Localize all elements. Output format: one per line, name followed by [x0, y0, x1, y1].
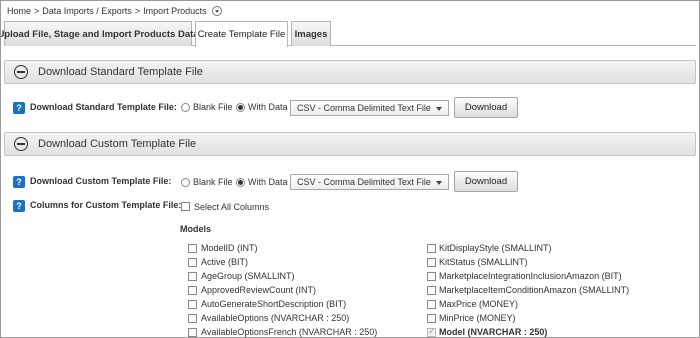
column-checkbox[interactable] [188, 286, 197, 295]
column-checkbox[interactable] [427, 272, 436, 281]
columns-label: Columns for Custom Template File: [30, 200, 182, 210]
column-checkbox[interactable] [427, 258, 436, 267]
column-label: AvailableOptions (NVARCHAR : 250) [201, 313, 350, 323]
column-label: ModelID (INT) [201, 243, 258, 253]
minus-circle-icon[interactable] [14, 137, 28, 151]
standard-blank-file-label: Blank File [193, 102, 233, 112]
column-checkbox[interactable] [188, 300, 197, 309]
required-column-label: Model (NVARCHAR : 250) [439, 327, 548, 337]
custom-template-section-header[interactable]: Download Custom Template File [4, 132, 696, 156]
question-icon[interactable]: ? [13, 200, 25, 212]
custom-template-label: Download Custom Template File: [30, 176, 172, 186]
column-checkbox[interactable] [188, 272, 197, 281]
column-checkbox[interactable] [427, 286, 436, 295]
standard-format-select[interactable]: CSV - Comma Delimited Text File [290, 100, 449, 116]
chevron-down-circle-icon[interactable] [211, 6, 222, 16]
column-label: AvailableOptionsFrench (NVARCHAR : 250) [201, 327, 378, 337]
breadcrumb-separator: > [134, 6, 141, 16]
column-checkbox[interactable] [427, 244, 436, 253]
column-label: ApprovedReviewCount (INT) [201, 285, 317, 295]
custom-template-section-title: Download Custom Template File [38, 138, 197, 150]
custom-with-data-radio[interactable] [236, 178, 245, 187]
question-icon[interactable]: ? [13, 102, 25, 114]
breadcrumb: Home > Data Imports / Exports > Import P… [7, 4, 222, 18]
column-checkbox[interactable] [188, 258, 197, 267]
column-checkbox[interactable] [427, 300, 436, 309]
caret-down-icon [436, 107, 442, 111]
breadcrumb-data-imports-exports[interactable]: Data Imports / Exports [42, 6, 132, 16]
models-heading: Models [180, 224, 212, 234]
column-label: MinPrice (MONEY) [439, 313, 516, 323]
custom-with-data-label: With Data [248, 177, 288, 187]
standard-template-section-header[interactable]: Download Standard Template File [4, 60, 696, 84]
tab-upload-file[interactable]: Upload File, Stage and Import Products D… [1, 21, 199, 46]
custom-format-select[interactable]: CSV - Comma Delimited Text File [290, 174, 449, 190]
custom-format-value: CSV - Comma Delimited Text File [297, 177, 431, 187]
column-checkbox[interactable] [188, 314, 197, 323]
column-label: AgeGroup (SMALLINT) [201, 271, 295, 281]
column-label: AutoGenerateShortDescription (BIT) [201, 299, 347, 309]
question-icon[interactable]: ? [13, 176, 25, 188]
tab-images[interactable]: Images [291, 21, 331, 46]
column-label: MarketplaceIntegrationInclusionAmazon (B… [439, 271, 622, 281]
breadcrumb-import-products: Import Products [143, 6, 207, 16]
custom-blank-file-label: Blank File [193, 177, 233, 187]
column-label: Active (BIT) [201, 257, 249, 267]
standard-with-data-radio[interactable] [236, 103, 245, 112]
required-column-checkbox [427, 326, 436, 337]
standard-blank-file-radio[interactable] [181, 103, 190, 112]
page-frame: Home > Data Imports / Exports > Import P… [0, 0, 700, 338]
caret-down-icon [436, 181, 442, 185]
select-all-columns-label: Select All Columns [194, 202, 270, 212]
standard-template-label: Download Standard Template File: [30, 102, 177, 112]
standard-download-button[interactable]: Download [454, 97, 518, 118]
tab-bar: Upload File, Stage and Import Products D… [1, 21, 696, 47]
breadcrumb-home[interactable]: Home [7, 6, 31, 16]
standard-with-data-label: With Data [248, 102, 288, 112]
custom-download-button[interactable]: Download [454, 171, 518, 192]
select-all-columns-checkbox[interactable] [181, 202, 190, 211]
column-checkbox[interactable] [188, 328, 197, 337]
tab-create-template-file[interactable]: Create Template File [195, 21, 288, 47]
custom-blank-file-radio[interactable] [181, 178, 190, 187]
minus-circle-icon[interactable] [14, 65, 28, 79]
column-checkbox[interactable] [188, 244, 197, 253]
column-checkbox[interactable] [427, 314, 436, 323]
standard-template-section-title: Download Standard Template File [38, 66, 203, 78]
breadcrumb-separator: > [34, 6, 40, 16]
standard-format-value: CSV - Comma Delimited Text File [297, 103, 431, 113]
column-label: MaxPrice (MONEY) [439, 299, 519, 309]
column-label: KitStatus (SMALLINT) [439, 257, 528, 267]
column-label: MarketplaceItemConditionAmazon (SMALLINT… [439, 285, 630, 295]
column-label: KitDisplayStyle (SMALLINT) [439, 243, 552, 253]
